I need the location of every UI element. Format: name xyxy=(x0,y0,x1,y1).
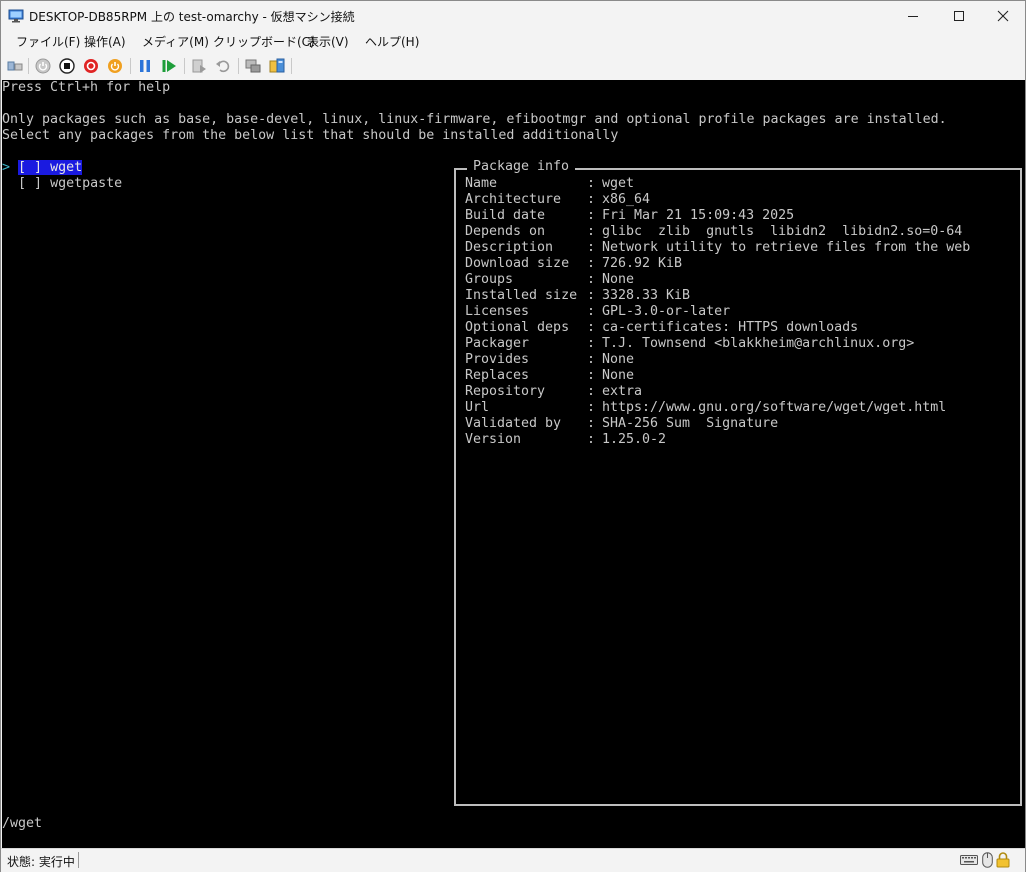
package-info-separator: : xyxy=(587,384,596,399)
package-info-value: GPL-3.0-or-later xyxy=(602,304,731,319)
package-info-separator: : xyxy=(587,368,596,383)
package-checkbox[interactable]: [ ] xyxy=(18,160,42,175)
search-query[interactable]: /wget xyxy=(2,816,42,832)
package-info-value: None xyxy=(602,352,635,367)
package-info-separator: : xyxy=(587,192,596,207)
package-info-separator: : xyxy=(587,336,596,351)
package-info-separator: : xyxy=(587,416,596,431)
package-info-key: Groups xyxy=(465,272,514,287)
package-info-value: 1.25.0-2 xyxy=(602,432,667,447)
package-list-item[interactable]: > [ ] wget xyxy=(2,160,83,176)
save-icon[interactable] xyxy=(106,57,124,75)
package-info-key: Version xyxy=(465,432,522,447)
package-info-separator: : xyxy=(587,400,596,415)
revert-icon[interactable] xyxy=(214,57,232,75)
status-bar: 状態: 実行中 xyxy=(1,848,1025,872)
package-info-separator: : xyxy=(587,320,596,335)
package-info-value: https://www.gnu.org/software/wget/wget.h… xyxy=(602,400,947,415)
package-item-selected[interactable]: [ ] wget xyxy=(18,160,83,175)
package-info-key: Download size xyxy=(465,256,570,271)
package-info-key: Url xyxy=(465,400,490,415)
package-info-key: Description xyxy=(465,240,554,255)
package-info-separator: : xyxy=(587,176,596,191)
ctrl-alt-del-icon[interactable] xyxy=(6,57,24,75)
package-info-value: glibc zlib gnutls libidn2 libidn2.so=0-6… xyxy=(602,224,963,239)
package-info-value: 3328.33 KiB xyxy=(602,288,691,303)
shut-down-icon[interactable] xyxy=(82,57,100,75)
resume-icon[interactable] xyxy=(160,57,178,75)
package-info-key: Depends on xyxy=(465,224,546,239)
selection-cursor: > xyxy=(2,160,11,175)
package-info-value: ca-certificates: HTTPS downloads xyxy=(602,320,859,335)
package-name: wget xyxy=(50,160,83,175)
package-info-separator: : xyxy=(587,224,596,239)
package-info-separator: : xyxy=(587,208,596,223)
package-info-value: wget xyxy=(602,176,635,191)
window-title: DESKTOP-DB85RPM 上の test-omarchy - 仮想マシン接… xyxy=(29,10,355,24)
package-info-key: Licenses xyxy=(465,304,530,319)
share-icon[interactable] xyxy=(268,57,286,75)
package-info-value: Fri Mar 21 15:09:43 2025 xyxy=(602,208,795,223)
package-info-key: Provides xyxy=(465,352,530,367)
title-bar[interactable]: DESKTOP-DB85RPM 上の test-omarchy - 仮想マシン接… xyxy=(1,1,1025,31)
vm-console[interactable]: Press Ctrl+h for help Only packages such… xyxy=(2,80,1025,848)
package-list-item[interactable]: [ ] wgetpaste xyxy=(2,176,122,192)
menu-help[interactable]: ヘルプ(H) xyxy=(365,33,419,50)
package-info-separator: : xyxy=(587,304,596,319)
package-info-separator: : xyxy=(587,352,596,367)
package-info-key: Build date xyxy=(465,208,546,223)
package-info-key: Packager xyxy=(465,336,530,351)
intro-line-1: Only packages such as base, base-devel, … xyxy=(2,112,947,127)
package-info-key: Repository xyxy=(465,384,546,399)
checkpoint-icon[interactable] xyxy=(190,57,208,75)
menu-clipboard[interactable]: クリップボード(C) xyxy=(213,33,315,50)
package-info-value: 726.92 KiB xyxy=(602,256,683,271)
help-hint: Press Ctrl+h for help xyxy=(2,80,171,95)
package-info-key: Replaces xyxy=(465,368,530,383)
menu-media[interactable]: メディア(M) xyxy=(142,33,209,50)
start-icon[interactable] xyxy=(34,57,52,75)
package-checkbox[interactable]: [ ] xyxy=(18,176,42,191)
package-info-key: Installed size xyxy=(465,288,578,303)
lock-icon[interactable] xyxy=(996,852,1010,868)
close-button[interactable] xyxy=(980,1,1026,31)
close-icon xyxy=(997,10,1009,22)
package-info-value: Network utility to retrieve files from t… xyxy=(602,240,971,255)
package-name: wgetpaste xyxy=(50,176,123,191)
package-info-separator: : xyxy=(587,256,596,271)
package-info-value: SHA-256 Sum Signature xyxy=(602,416,779,431)
intro-line-2: Select any packages from the below list … xyxy=(2,128,619,143)
package-info-separator: : xyxy=(587,432,596,447)
enhanced-session-icon[interactable] xyxy=(244,57,262,75)
menu-view[interactable]: 表示(V) xyxy=(307,33,349,50)
vm-status: 状態: 実行中 xyxy=(7,855,75,869)
package-info-key: Architecture xyxy=(465,192,562,207)
maximize-icon xyxy=(954,11,964,21)
package-info-key: Validated by xyxy=(465,416,562,431)
mouse-icon[interactable] xyxy=(982,852,993,868)
package-info-title: Package info xyxy=(467,159,576,175)
menu-file[interactable]: ファイル(F) xyxy=(16,33,80,50)
turn-off-icon[interactable] xyxy=(58,57,76,75)
package-info-separator: : xyxy=(587,288,596,303)
package-info-value: T.J. Townsend <blakkheim@archlinux.org> xyxy=(602,336,915,351)
package-info-value: None xyxy=(602,368,635,383)
package-info-key: Optional deps xyxy=(465,320,570,335)
vm-connection-window: DESKTOP-DB85RPM 上の test-omarchy - 仮想マシン接… xyxy=(0,0,1026,872)
menu-action[interactable]: 操作(A) xyxy=(84,33,126,50)
vm-connection-app-icon xyxy=(8,8,24,24)
package-info-value: None xyxy=(602,272,635,287)
pause-icon[interactable] xyxy=(136,57,154,75)
minimize-button[interactable] xyxy=(890,1,936,31)
package-info-key: Name xyxy=(465,176,498,191)
keyboard-icon[interactable] xyxy=(960,853,978,867)
package-info-separator: : xyxy=(587,272,596,287)
package-info-value: x86_64 xyxy=(602,192,651,207)
toolbar xyxy=(1,52,1025,80)
menu-bar: ファイル(F) 操作(A) メディア(M) クリップボード(C) 表示(V) ヘ… xyxy=(1,31,1025,52)
minimize-icon xyxy=(908,16,918,17)
package-info-value: extra xyxy=(602,384,643,399)
maximize-button[interactable] xyxy=(936,1,982,31)
package-info-separator: : xyxy=(587,240,596,255)
